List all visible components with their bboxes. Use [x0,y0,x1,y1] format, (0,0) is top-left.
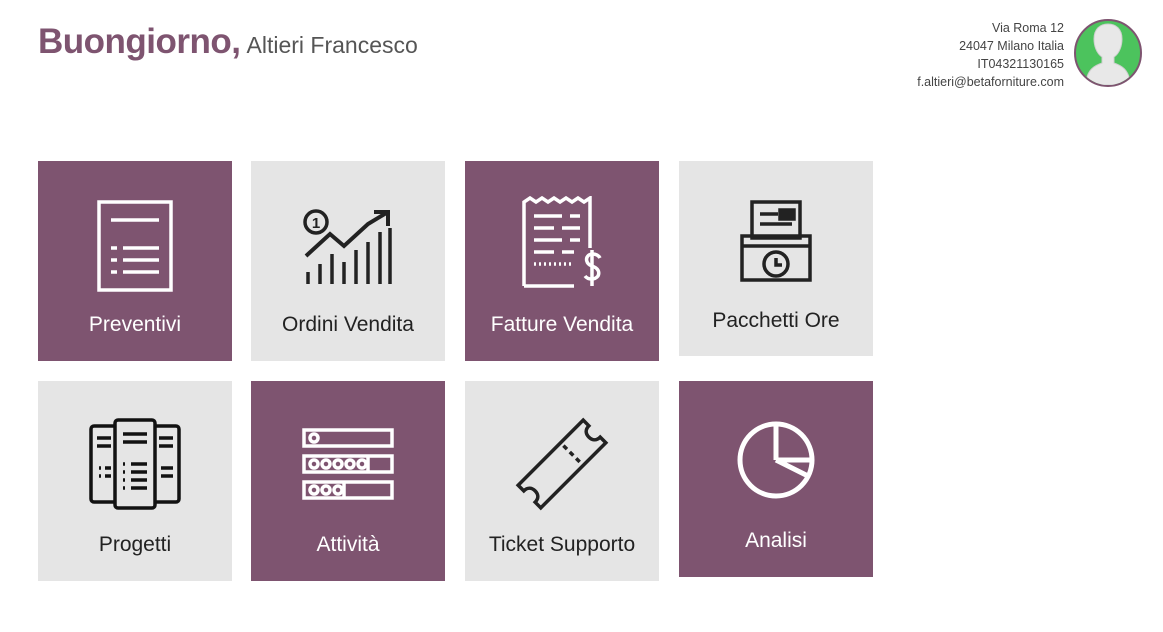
svg-text:1: 1 [312,215,320,232]
growth-chart-icon: 1 [251,191,445,301]
project-sheets-icon [38,409,232,519]
greeting: Buongiorno, Altieri Francesco [38,22,418,62]
pie-chart-icon [679,405,873,515]
activity-list-icon [251,409,445,519]
tile-preventivi[interactable]: Preventivi [38,161,232,361]
ticket-icon [465,409,659,519]
tile-label: Attività [316,533,380,556]
time-card-printer-icon [679,186,873,296]
invoice-dollar-icon [465,191,659,301]
company-info: Via Roma 12 24047 Milano Italia IT043211… [917,19,1064,91]
tile-fatture-vendita[interactable]: Fatture Vendita [465,161,659,361]
company-email: f.altieri@betaforniture.com [917,75,1064,89]
tile-label: Progetti [98,533,172,556]
user-name: Altieri Francesco [246,32,418,58]
tile-progetti[interactable]: Progetti [38,381,232,581]
tile-attivita[interactable]: Attività [251,381,445,581]
user-avatar-icon [1085,23,1131,85]
tile-label: Analisi [745,529,807,552]
tile-ticket-supporto[interactable]: Ticket Supporto [465,381,659,581]
tile-label: Ordini Vendita [282,313,414,336]
document-list-icon [38,191,232,301]
avatar[interactable] [1074,19,1142,87]
company-city: 24047 Milano Italia [959,39,1064,53]
greeting-text: Buongiorno, [38,22,241,61]
company-address: Via Roma 12 [991,21,1064,35]
tile-analisi[interactable]: Analisi [679,381,873,577]
tile-pacchetti-ore[interactable]: Pacchetti Ore [679,161,873,356]
tile-label: Pacchetti Ore [712,309,840,332]
tile-label: Fatture Vendita [490,313,634,336]
company-vat: IT04321130165 [977,57,1064,71]
tile-label: Ticket Supporto [488,533,636,556]
tile-label: Preventivi [88,313,182,336]
tile-ordini-vendita[interactable]: 1 Ordini Vendita [251,161,445,361]
